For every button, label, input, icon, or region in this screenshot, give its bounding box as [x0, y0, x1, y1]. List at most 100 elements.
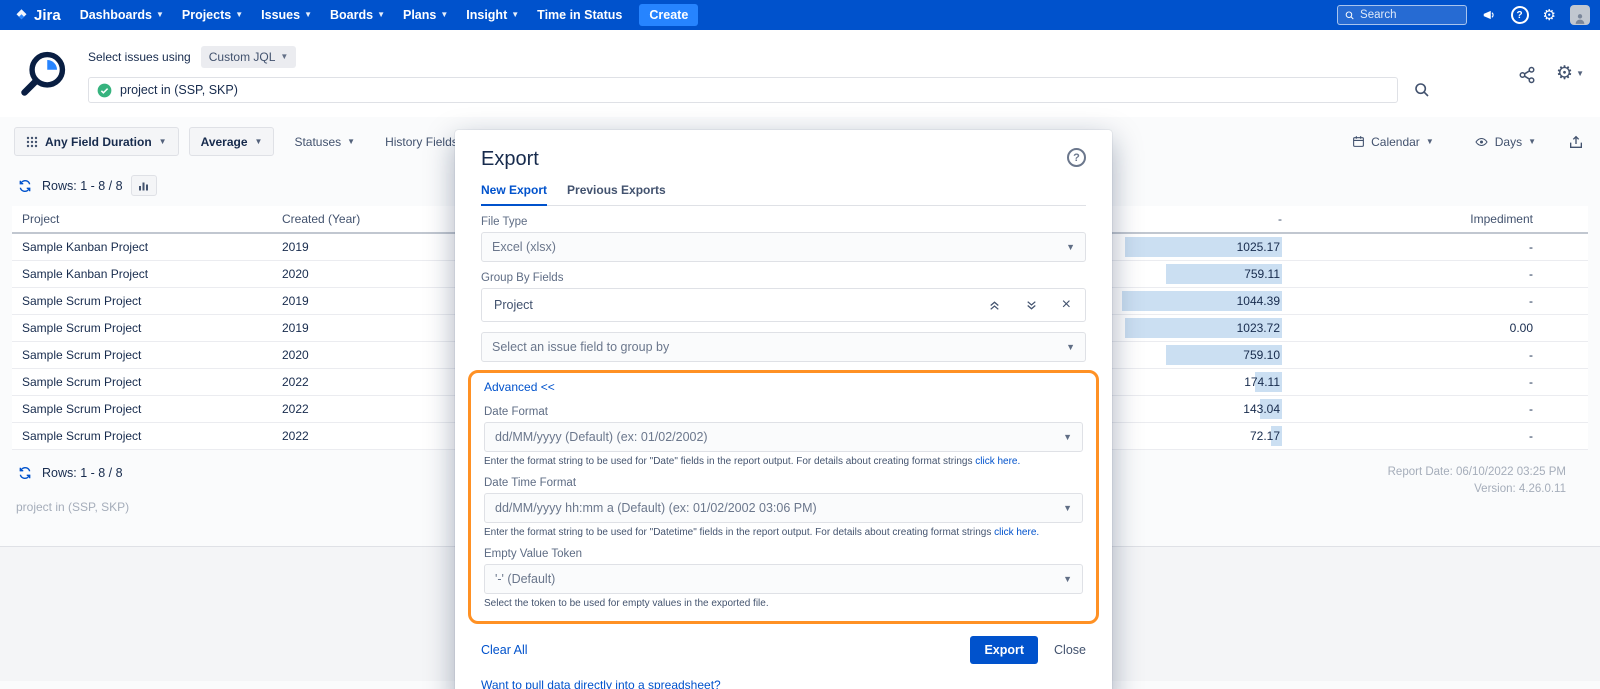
version-label: Version: 4.26.0.11: [1388, 481, 1566, 498]
export-modal: Export ? New Export Previous Exports Fil…: [455, 130, 1112, 689]
statuses-dropdown[interactable]: Statuses ▼: [284, 127, 365, 156]
cell-value: 759.11: [1122, 261, 1282, 287]
nav-dashboards[interactable]: Dashboards▼: [71, 8, 173, 22]
chevron-down-icon: ▼: [304, 11, 312, 19]
chevron-down-icon: ▼: [440, 11, 448, 19]
jql-mode-dropdown[interactable]: Custom JQL ▼: [201, 46, 297, 68]
nav-issues[interactable]: Issues▼: [252, 8, 321, 22]
cell-project: Sample Scrum Project: [22, 402, 282, 416]
refresh-icon[interactable]: [16, 464, 34, 482]
modal-actions: Clear All Export Close: [481, 636, 1086, 664]
share-icon[interactable]: [1516, 64, 1538, 86]
report-settings-dropdown[interactable]: ⚙ ▼: [1556, 64, 1584, 83]
cell-value: 759.10: [1122, 342, 1282, 368]
nav-boards[interactable]: Boards▼: [321, 8, 394, 22]
clear-all-link[interactable]: Clear All: [481, 643, 528, 657]
spreadsheet-link[interactable]: Want to pull data directly into a spread…: [481, 678, 721, 689]
modal-tabs: New Export Previous Exports: [481, 183, 1086, 206]
jql-input-container: [88, 77, 1398, 103]
help-icon[interactable]: ?: [1511, 6, 1529, 24]
cell-impediment: -: [1282, 375, 1578, 389]
global-search[interactable]: [1337, 5, 1467, 25]
chevron-down-icon: ▼: [1063, 575, 1072, 584]
user-avatar[interactable]: [1570, 5, 1590, 25]
jira-logo[interactable]: Jira: [10, 7, 71, 24]
create-button[interactable]: Create: [639, 4, 698, 26]
average-dropdown[interactable]: Average ▼: [189, 127, 275, 156]
col-header-created-year[interactable]: Created (Year): [282, 212, 452, 226]
cell-created-year: 2019: [282, 240, 452, 254]
jql-query-input[interactable]: [120, 83, 1389, 97]
refresh-icon[interactable]: [16, 177, 34, 195]
cell-project: Sample Kanban Project: [22, 267, 282, 281]
col-header-value[interactable]: -: [1122, 212, 1282, 226]
grid-icon: [26, 136, 38, 148]
cell-value: 174.11: [1122, 369, 1282, 395]
group-by-label: Group By Fields: [481, 272, 1086, 284]
export-icon[interactable]: [1566, 132, 1586, 152]
datetime-format-label: Date Time Format: [484, 477, 1083, 489]
announcements-icon[interactable]: [1479, 6, 1499, 24]
export-button[interactable]: Export: [970, 636, 1038, 664]
col-header-impediment[interactable]: Impediment: [1282, 212, 1578, 226]
calendar-dropdown[interactable]: Calendar ▼: [1342, 127, 1444, 156]
cell-created-year: 2022: [282, 429, 452, 443]
chevron-down-icon: ▼: [1063, 433, 1072, 442]
tab-previous-exports[interactable]: Previous Exports: [567, 183, 666, 205]
chevron-down-icon: ▼: [1426, 138, 1434, 146]
move-bottom-icon[interactable]: [1023, 297, 1040, 314]
field-duration-dropdown[interactable]: Any Field Duration ▼: [14, 127, 179, 156]
search-icon: [1345, 10, 1355, 21]
file-type-select[interactable]: Excel (xlsx) ▼: [481, 232, 1086, 262]
empty-token-label: Empty Value Token: [484, 548, 1083, 560]
cell-impediment: -: [1282, 240, 1578, 254]
valid-check-icon: [97, 83, 112, 98]
group-by-item: Project ×: [481, 288, 1086, 322]
chevron-down-icon: ▼: [255, 138, 263, 146]
settings-gear-icon[interactable]: ⚙: [1541, 6, 1558, 25]
page: Jira Dashboards▼ Projects▼ Issues▼ Board…: [0, 0, 1600, 689]
nav-right-cluster: ? ⚙: [1337, 5, 1590, 25]
datetime-format-select[interactable]: dd/MM/yyyy hh:mm a (Default) (ex: 01/02/…: [484, 493, 1083, 523]
report-meta: Report Date: 06/10/2022 03:25 PM Version…: [1388, 464, 1584, 514]
date-format-click-here-link[interactable]: click here.: [975, 456, 1020, 467]
modal-help-icon[interactable]: ?: [1067, 148, 1086, 167]
nav-projects[interactable]: Projects▼: [173, 8, 252, 22]
nav-plans[interactable]: Plans▼: [394, 8, 457, 22]
cell-impediment: 0.00: [1282, 321, 1578, 335]
date-format-select[interactable]: dd/MM/yyyy (Default) (ex: 01/02/2002) ▼: [484, 422, 1083, 452]
chevron-down-icon: ▼: [511, 11, 519, 19]
cell-project: Sample Scrum Project: [22, 321, 282, 335]
chart-view-button[interactable]: [131, 175, 157, 196]
chevron-down-icon: ▼: [159, 138, 167, 146]
col-header-project[interactable]: Project: [22, 212, 282, 226]
global-search-input[interactable]: [1360, 9, 1459, 21]
close-button[interactable]: Close: [1054, 643, 1086, 657]
file-type-label: File Type: [481, 216, 1086, 228]
nav-insight[interactable]: Insight▼: [457, 8, 528, 22]
cell-impediment: -: [1282, 267, 1578, 281]
datetime-click-here-link[interactable]: click here.: [994, 527, 1039, 538]
advanced-highlight-annotation: Advanced << Date Format dd/MM/yyyy (Defa…: [468, 370, 1099, 624]
run-search-icon[interactable]: [1412, 80, 1432, 100]
tab-new-export[interactable]: New Export: [481, 183, 547, 206]
chevron-down-icon: ▼: [280, 53, 288, 61]
move-top-icon[interactable]: [986, 297, 1003, 314]
modal-title: Export: [481, 148, 539, 171]
chevron-down-icon: ▼: [1063, 504, 1072, 513]
nav-time-in-status[interactable]: Time in Status: [528, 8, 631, 22]
date-format-label: Date Format: [484, 406, 1083, 418]
advanced-toggle-link[interactable]: Advanced <<: [484, 380, 555, 394]
group-by-select[interactable]: Select an issue field to group by ▼: [481, 332, 1086, 362]
empty-token-select[interactable]: '-' (Default) ▼: [484, 564, 1083, 594]
chevron-down-icon: ▼: [1066, 343, 1075, 352]
chevron-down-icon: ▼: [377, 11, 385, 19]
remove-group-icon[interactable]: ×: [1060, 295, 1073, 315]
chevron-down-icon: ▼: [1576, 70, 1584, 78]
days-units-dropdown[interactable]: Days ▼: [1464, 127, 1546, 156]
chevron-down-icon: ▼: [1528, 138, 1536, 146]
bar-chart-icon: [137, 180, 150, 192]
gear-icon: ⚙: [1556, 64, 1573, 83]
brand-label: Jira: [34, 7, 61, 24]
chevron-down-icon: ▼: [347, 138, 355, 146]
